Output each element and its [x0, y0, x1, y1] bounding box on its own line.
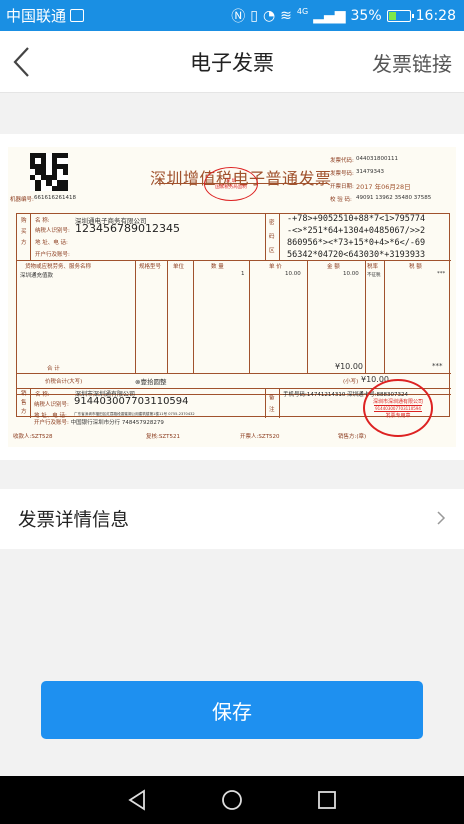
seller-tax-id: 914403007703110594	[74, 396, 189, 407]
chevron-right-icon	[437, 511, 446, 525]
invoice-detail-row[interactable]: 发票详情信息	[0, 489, 464, 549]
item-name: 深圳通充值款	[20, 273, 54, 279]
total-tax: ***	[432, 362, 443, 370]
title-seal-line2: 国家税务局监制	[215, 185, 247, 190]
col-header-rate: 税率	[367, 264, 379, 270]
invoice-container: 机器编号: 661616261418 深圳增值税电子普通发票 深 圳 国家税务局…	[0, 134, 464, 460]
save-button[interactable]: 保存	[41, 681, 423, 739]
carrier-name: 中国联通	[6, 7, 67, 25]
wifi-icon: ≋	[280, 7, 292, 24]
item-amount: 10.00	[343, 271, 359, 277]
buyer-tax-label: 纳税人识别号:	[35, 228, 70, 234]
total-amount: ¥10.00	[335, 362, 363, 371]
col-header-unit: 单位	[173, 264, 185, 270]
back-triangle-icon[interactable]	[127, 789, 147, 811]
machine-no: 661616261418	[34, 195, 76, 201]
grand-total-words: ⊗壹拾圆整	[135, 378, 167, 386]
col-header-price: 单 价	[269, 264, 282, 270]
seller-address: 广东省深圳市福田区红荔路段香蜜湖公用建筑楼第1楼11号 0755-2370432	[74, 412, 195, 416]
total-label: 合 计	[47, 366, 60, 372]
payee: 收款人:SZT528	[13, 434, 53, 440]
sim-card-icon	[70, 9, 85, 22]
buyer-name-label: 名 称:	[35, 218, 50, 224]
seller-section-label: 销售方	[21, 391, 27, 415]
cipher-section-label: 密码区	[269, 220, 275, 254]
signal-icon: ▂▄▆	[313, 7, 346, 24]
issuer: 开票人:SZT520	[240, 434, 280, 440]
invoice-code: 044031800111	[356, 156, 398, 162]
invoice-date-label: 开票日期:	[330, 184, 354, 190]
cipher-line: -<>*251*64+1304+0485067/>>2	[287, 226, 426, 236]
seller-seal-ring: 深圳市深圳通有限公司	[372, 398, 423, 405]
seller-bank: 中国银行深圳市分行 748457928279	[70, 420, 164, 426]
invoice-number: 31479343	[356, 169, 384, 175]
home-circle-icon[interactable]	[221, 789, 243, 811]
invoice-image: 机器编号: 661616261418 深圳增值税电子普通发票 深 圳 国家税务局…	[8, 147, 456, 447]
invoice-detail-label: 发票详情信息	[18, 510, 130, 531]
clock: 16:28	[415, 7, 456, 24]
col-header-qty: 数 量	[211, 264, 224, 270]
col-header-amount: 金 额	[327, 264, 340, 270]
seller-bank-row: 开户行及账号: 中国银行深圳市分行 748457928279	[34, 418, 164, 426]
recents-square-icon[interactable]	[317, 790, 337, 810]
cipher-text: -+78>+9052510+88*7<1>795774 -<>*251*64+1…	[287, 213, 425, 261]
item-qty: 1	[241, 271, 245, 277]
cipher-line: 56342*04720<643030*+3193933	[287, 250, 426, 260]
grand-total-label: 价税合计(大写)	[45, 379, 83, 385]
reviewer: 复核:SZT521	[146, 434, 180, 440]
tax-bureau-seal: 深 圳 国家税务局监制	[204, 167, 258, 201]
seller-seal-number: 914403007703110594	[374, 404, 422, 412]
check-code: 49091 13962 35480 37585	[356, 195, 432, 201]
system-nav-bar	[0, 776, 464, 824]
col-header-tax: 税 额	[409, 264, 422, 270]
cipher-line: -+78>+9052510+88*7<1>795774	[287, 214, 426, 224]
seller-tax-label: 纳税人识别号:	[34, 402, 69, 408]
invoice-date: 2017 年06月28日	[356, 183, 411, 191]
seller-stamp-label: 销售方:(章)	[338, 434, 367, 440]
seller-seal-label: 发票专用章	[385, 412, 411, 419]
col-header-name: 货物或应税劳务、服务名称	[25, 264, 92, 270]
nav-bar: 电子发票 发票链接	[0, 31, 464, 93]
invoice-number-label: 发票号码:	[330, 171, 354, 177]
check-code-label: 校 验 码:	[330, 197, 352, 203]
seller-name-label: 名 称:	[35, 392, 50, 398]
seller-seal: 深圳市深圳通有限公司 914403007703110594 发票专用章	[363, 379, 433, 437]
battery-icon	[386, 9, 414, 22]
col-header-spec: 规格型号	[139, 264, 162, 270]
seller-bank-label: 开户行及账号:	[34, 420, 69, 426]
qr-code-icon	[30, 153, 68, 191]
page-title: 电子发票	[190, 50, 274, 75]
machine-no-label: 机器编号:	[10, 197, 34, 203]
status-bar: 中国联通 Ⓝ ▯ ◔ ≋ 4G ▂▄▆ 35% 16:28	[0, 0, 464, 31]
invoice-code-label: 发票代码:	[330, 158, 354, 164]
alarm-icon: ◔	[262, 7, 276, 24]
buyer-tax-id: 123456789012345	[75, 222, 180, 235]
remarks-section-label: 备注	[269, 395, 275, 413]
buyer-address-label: 地 址、电 话:	[35, 240, 68, 246]
battery-percent: 35%	[350, 7, 382, 24]
item-tax: ***	[437, 271, 446, 277]
nfc-icon: Ⓝ	[231, 8, 246, 25]
cipher-line: 860956*><*73+15*0+4>*6</-69	[287, 238, 426, 248]
item-rate: 不征税	[367, 273, 381, 278]
buyer-section-label: 购买方	[21, 218, 27, 246]
network-type: 4G	[296, 7, 309, 16]
back-arrow-icon[interactable]	[12, 45, 32, 79]
invoice-link-button[interactable]: 发票链接	[372, 48, 452, 77]
item-price: 10.00	[285, 271, 301, 277]
vibrate-icon: ▯	[250, 7, 258, 24]
grand-small-label: (小写)	[343, 379, 359, 385]
buyer-bank-label: 开户行及账号:	[35, 252, 70, 258]
